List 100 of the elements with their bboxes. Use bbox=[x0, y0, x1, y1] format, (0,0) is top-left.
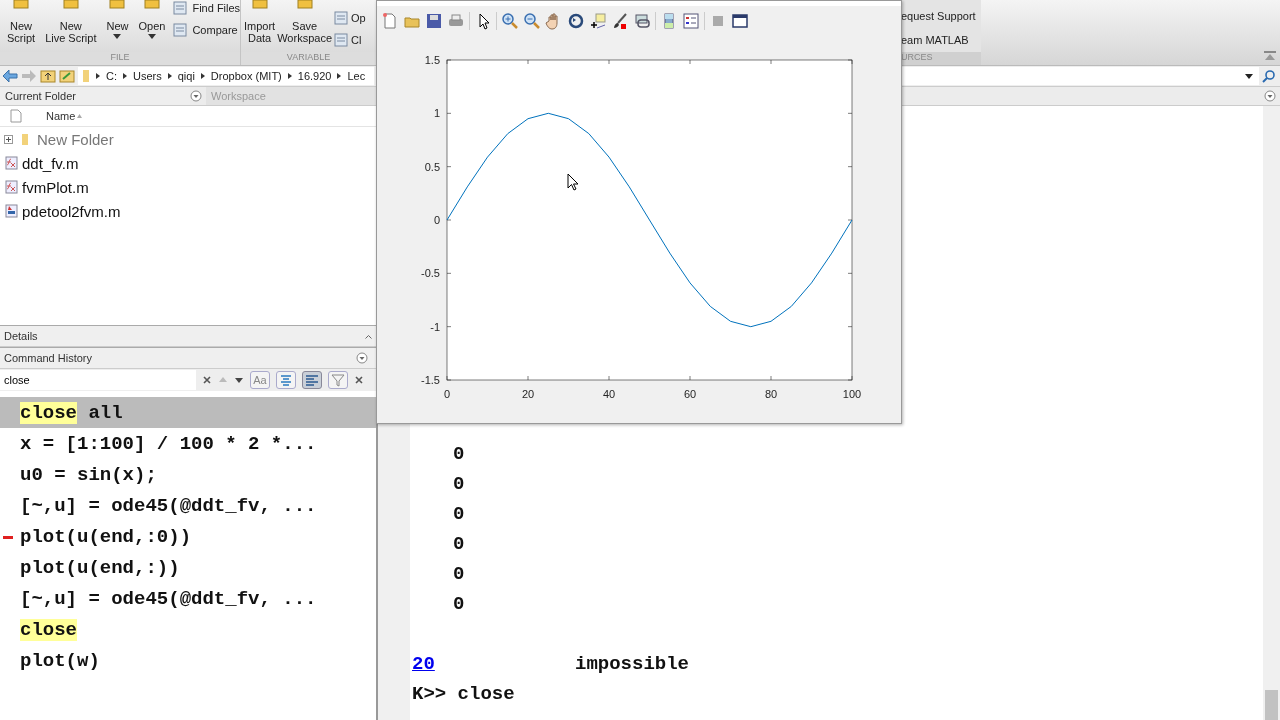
tick-label: 40 bbox=[602, 388, 616, 400]
history-line[interactable]: close bbox=[0, 614, 376, 645]
separator-icon bbox=[200, 73, 205, 79]
section-label: VARIABLE bbox=[241, 52, 376, 65]
back-icon[interactable] bbox=[2, 69, 18, 83]
search-field[interactable]: close bbox=[0, 370, 196, 390]
output-text: 0 bbox=[453, 473, 465, 495]
list-icon bbox=[333, 32, 349, 48]
output-text: 0 bbox=[453, 563, 465, 585]
close-icon[interactable] bbox=[354, 375, 364, 385]
zoom-in-icon[interactable] bbox=[501, 11, 519, 30]
sort-icon bbox=[77, 114, 83, 118]
column-header[interactable]: Name bbox=[46, 110, 76, 122]
output-text: impossible bbox=[575, 653, 690, 675]
panel-menu-icon[interactable] bbox=[190, 90, 202, 102]
separator-icon bbox=[96, 73, 100, 79]
path-field[interactable]: C: Users qiqi Dropbox (MIT) 16.920 Lec bbox=[78, 67, 374, 85]
file-name[interactable]: New Folder bbox=[37, 130, 114, 148]
panel-menu-icon[interactable] bbox=[1264, 90, 1276, 102]
caret-icon[interactable] bbox=[365, 333, 372, 339]
path-segment[interactable]: C: bbox=[106, 70, 117, 82]
separator-icon bbox=[123, 73, 127, 79]
toolstrip-button[interactable]: Cl bbox=[333, 32, 366, 48]
toolstrip-button[interactable]: Op bbox=[333, 10, 366, 26]
tick-label: 1.5 bbox=[424, 54, 440, 66]
tick-label: 0 bbox=[433, 214, 440, 226]
tick-label: -1.5 bbox=[421, 374, 440, 386]
tick-label: -1 bbox=[430, 320, 440, 333]
section-label: URCES bbox=[901, 52, 981, 65]
mouse-cursor-icon bbox=[567, 173, 579, 191]
toolstrip-button[interactable]: eam MATLAB bbox=[901, 34, 981, 46]
output-text: 0 bbox=[453, 503, 465, 525]
panel-title[interactable]: Details bbox=[4, 330, 38, 342]
clear-icon[interactable] bbox=[202, 375, 212, 385]
collapse-icon[interactable] bbox=[1264, 51, 1276, 61]
history-line[interactable]: [~,u] = ode45(@ddt_fv, ... bbox=[0, 490, 376, 521]
toolstrip-button[interactable]: Open bbox=[135, 0, 169, 52]
caret-icon[interactable] bbox=[147, 34, 156, 39]
tick-label: 100 bbox=[842, 388, 862, 400]
path-segment[interactable]: qiqi bbox=[177, 70, 195, 82]
align-center-icon bbox=[279, 374, 293, 386]
file-icon bbox=[10, 109, 22, 123]
output-text: 0 bbox=[453, 533, 465, 555]
save-icon[interactable] bbox=[425, 11, 443, 30]
dropdown-icon[interactable] bbox=[1245, 73, 1253, 79]
search-icon[interactable] bbox=[1262, 69, 1276, 83]
separator-icon bbox=[337, 73, 342, 79]
brush-icon[interactable] bbox=[611, 11, 629, 30]
history-line[interactable]: u0 = sin(x); bbox=[0, 459, 376, 490]
path-segment[interactable]: Dropbox (MIT) bbox=[210, 70, 282, 82]
tick-label: 20 bbox=[521, 388, 535, 400]
script-file-icon bbox=[4, 204, 18, 218]
align-center-button[interactable] bbox=[276, 371, 296, 389]
path-segment[interactable]: Users bbox=[133, 70, 162, 82]
toolstrip-button[interactable]: Save Workspace bbox=[276, 0, 333, 52]
legend-icon[interactable] bbox=[682, 11, 700, 30]
toolstrip-button[interactable]: New Live Script bbox=[42, 0, 100, 52]
down-arrow-icon[interactable] bbox=[234, 375, 244, 385]
file-name[interactable]: fvmPlot.m bbox=[22, 178, 89, 196]
section-label: FILE bbox=[0, 52, 240, 65]
caret-icon[interactable] bbox=[113, 34, 122, 39]
tick-label: 1 bbox=[433, 107, 440, 120]
scrollbar[interactable] bbox=[1263, 106, 1280, 720]
command-line: K>> close bbox=[412, 683, 515, 705]
folder-icon bbox=[82, 69, 90, 83]
file-name[interactable]: ddt_fv.m bbox=[22, 154, 79, 172]
list-icon bbox=[172, 22, 189, 38]
toolstrip-button[interactable]: New bbox=[103, 0, 132, 52]
link-icon[interactable] bbox=[633, 11, 651, 30]
toolstrip-button[interactable]: Import Data bbox=[243, 0, 277, 52]
zoom-out-icon[interactable] bbox=[523, 11, 541, 30]
history-line[interactable]: plot(u(end,:0)) bbox=[0, 521, 376, 552]
expand-icon[interactable] bbox=[4, 134, 13, 144]
panel-menu-icon[interactable] bbox=[356, 352, 368, 364]
history-line[interactable]: plot(w) bbox=[0, 645, 376, 676]
toolstrip-button[interactable]: Compare bbox=[172, 22, 241, 38]
line-link[interactable]: 20 bbox=[412, 653, 575, 675]
align-left-button[interactable] bbox=[302, 371, 322, 389]
function-file-icon bbox=[4, 156, 18, 170]
toolstrip-button[interactable]: New Script bbox=[4, 0, 39, 52]
file-name[interactable]: pdetool2fvm.m bbox=[22, 202, 121, 220]
new-file-icon[interactable] bbox=[381, 11, 399, 30]
data-cursor-icon[interactable] bbox=[589, 11, 607, 30]
history-line[interactable]: plot(u(end,:)) bbox=[0, 552, 376, 583]
list-icon bbox=[172, 0, 189, 16]
tick-label: -0.5 bbox=[421, 267, 440, 280]
rotate-icon[interactable] bbox=[567, 11, 585, 30]
up-folder-icon[interactable] bbox=[40, 69, 56, 83]
output-text: 0 bbox=[453, 593, 465, 615]
window-icon[interactable] bbox=[731, 11, 749, 30]
history-line[interactable]: [~,u] = ode45(@ddt_fv, ... bbox=[0, 583, 376, 614]
toolstrip-button[interactable]: Find Files bbox=[172, 0, 241, 16]
path-segment[interactable]: Lec bbox=[347, 70, 366, 82]
toolstrip-button[interactable]: equest Support bbox=[901, 10, 981, 22]
list-icon bbox=[333, 10, 349, 26]
panel-title: Command History bbox=[4, 352, 93, 364]
path-segment[interactable]: 16.920 bbox=[297, 70, 332, 82]
tick-label: 0.5 bbox=[424, 160, 440, 173]
history-line[interactable]: x = [1:100] / 100 * 2 *... bbox=[0, 428, 376, 459]
tick-label: 60 bbox=[683, 388, 697, 400]
